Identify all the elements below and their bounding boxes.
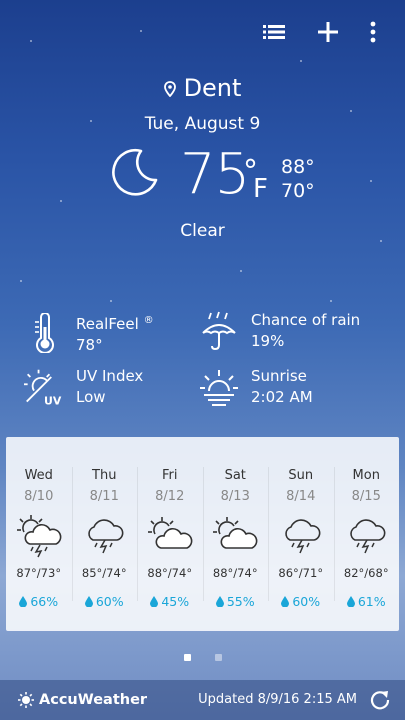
low-temperature: 70° bbox=[281, 180, 315, 202]
thunderstorm-icon bbox=[334, 514, 400, 558]
forecast-day-name: Sun bbox=[288, 468, 314, 483]
rain-chance-value: 19% bbox=[251, 332, 285, 350]
partly-sunny-icon bbox=[203, 514, 269, 558]
forecast-day[interactable]: Thu 8/11 85°/74° 60% bbox=[71, 437, 138, 631]
forecast-day[interactable]: Wed 8/10 87°/73° 66% bbox=[6, 437, 72, 631]
partly-sunny-thunderstorm-icon bbox=[6, 514, 72, 558]
svg-text:UV: UV bbox=[44, 394, 62, 407]
forecast-day-name: Sat bbox=[224, 468, 246, 483]
condition-text: Clear bbox=[180, 221, 225, 241]
brand-name: AccuWeather bbox=[39, 692, 148, 708]
registered-mark: ® bbox=[143, 315, 154, 326]
forecast-day-name: Fri bbox=[162, 468, 178, 483]
raindrop-icon bbox=[84, 596, 93, 607]
forecast-temps: 88°/74° bbox=[147, 566, 193, 580]
realfeel-detail: RealFeel ® 78° bbox=[24, 310, 154, 356]
accuweather-logo[interactable]: AccuWeather bbox=[18, 692, 147, 708]
locations-list-button[interactable] bbox=[247, 16, 301, 48]
realfeel-value: 78° bbox=[76, 336, 103, 354]
forecast-day-date: 8/10 bbox=[24, 489, 54, 504]
raindrop-icon bbox=[346, 596, 355, 607]
overflow-menu-button[interactable] bbox=[355, 16, 391, 48]
umbrella-rain-icon bbox=[199, 311, 239, 351]
forecast-day-date: 8/11 bbox=[89, 489, 119, 504]
forecast-precip: 60% bbox=[72, 594, 138, 609]
refresh-icon[interactable] bbox=[369, 689, 391, 711]
forecast-day-date: 8/13 bbox=[220, 489, 250, 504]
sunrise-icon bbox=[199, 367, 239, 407]
accuweather-sun-icon bbox=[18, 692, 34, 708]
forecast-day-date: 8/12 bbox=[155, 489, 185, 504]
forecast-temps: 87°/73° bbox=[16, 566, 62, 580]
page-indicator bbox=[0, 654, 405, 661]
sunrise-label: Sunrise bbox=[251, 367, 307, 385]
more-vert-icon bbox=[370, 21, 376, 43]
uv-index-value: Low bbox=[76, 388, 106, 406]
uv-index-label: UV Index bbox=[76, 367, 144, 385]
forecast-day-date: 8/15 bbox=[351, 489, 381, 504]
rain-chance-label: Chance of rain bbox=[251, 311, 361, 329]
forecast-day-date: 8/14 bbox=[286, 489, 316, 504]
forecast-day-name: Thu bbox=[92, 468, 117, 483]
thunderstorm-icon bbox=[268, 514, 334, 558]
forecast-day[interactable]: Sun 8/14 86°/71° 60% bbox=[268, 437, 334, 631]
forecast-day[interactable]: Sat 8/13 88°/74° 55% bbox=[202, 437, 269, 631]
raindrop-icon bbox=[215, 596, 224, 607]
sunrise-value: 2:02 AM bbox=[251, 388, 313, 406]
realfeel-label: RealFeel bbox=[76, 315, 139, 333]
top-toolbar bbox=[247, 16, 391, 48]
footer-bar: AccuWeather Updated 8/9/16 2:15 AM bbox=[0, 680, 405, 720]
partly-sunny-icon bbox=[137, 514, 203, 558]
forecast-precip: 60% bbox=[268, 594, 334, 609]
forecast-day[interactable]: Fri 8/12 88°/74° 45% bbox=[137, 437, 203, 631]
uv-index-detail: UV UV Index Low bbox=[24, 366, 143, 408]
forecast-day[interactable]: Mon 8/15 82°/68° 61% bbox=[333, 437, 400, 631]
forecast-precip: 55% bbox=[203, 594, 269, 609]
forecast-precip: 66% bbox=[6, 594, 72, 609]
location-name: Dent bbox=[183, 74, 242, 102]
list-icon bbox=[263, 25, 285, 39]
current-temperature: 75 bbox=[180, 142, 250, 207]
forecast-temps: 88°/74° bbox=[212, 566, 258, 580]
forecast-temps: 82°/68° bbox=[343, 566, 389, 580]
forecast-precip: 61% bbox=[334, 594, 400, 609]
moon-icon bbox=[112, 149, 158, 196]
location-header[interactable]: Dent bbox=[0, 74, 405, 102]
raindrop-icon bbox=[19, 596, 28, 607]
forecast-temps: 85°/74° bbox=[81, 566, 127, 580]
forecast-day-name: Mon bbox=[352, 468, 380, 483]
page-dot[interactable] bbox=[214, 654, 222, 661]
plus-icon bbox=[318, 22, 338, 42]
sunrise-detail: Sunrise 2:02 AM bbox=[199, 366, 313, 408]
uv-sun-icon: UV bbox=[24, 367, 64, 407]
thunderstorm-icon bbox=[72, 514, 138, 558]
add-location-button[interactable] bbox=[301, 16, 355, 48]
raindrop-icon bbox=[150, 596, 159, 607]
forecast-temps: 86°/71° bbox=[278, 566, 324, 580]
current-conditions[interactable]: 75 ° F 88° 70° bbox=[0, 140, 405, 220]
last-updated-text: Updated 8/9/16 2:15 AM bbox=[198, 692, 357, 707]
temperature-unit: F bbox=[253, 174, 268, 204]
forecast-day-name: Wed bbox=[24, 468, 53, 483]
rain-chance-detail: Chance of rain 19% bbox=[199, 310, 360, 352]
current-date: Tue, August 9 bbox=[144, 114, 261, 134]
forecast-precip: 45% bbox=[137, 594, 203, 609]
location-pin-icon bbox=[163, 81, 176, 97]
thermometer-icon bbox=[24, 313, 64, 353]
page-dot-active[interactable] bbox=[183, 654, 191, 661]
raindrop-icon bbox=[281, 596, 290, 607]
daily-forecast-panel: Wed 8/10 87°/73° 66% Thu 8/11 85°/74° 60… bbox=[6, 437, 399, 631]
high-temperature: 88° bbox=[281, 156, 315, 178]
